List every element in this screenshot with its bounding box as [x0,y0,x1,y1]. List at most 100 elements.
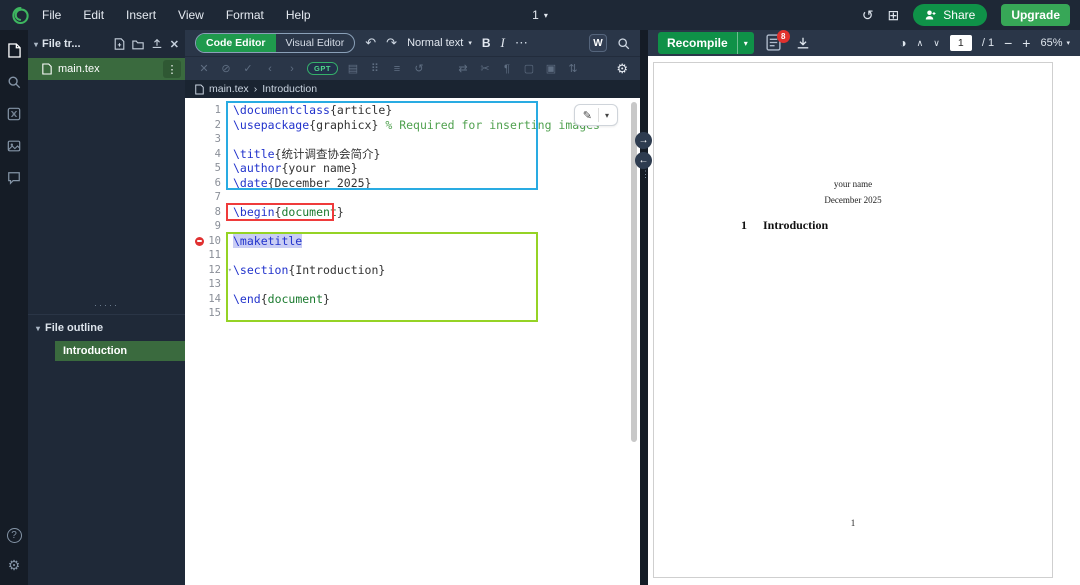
settings-gear-icon[interactable]: ⚙ [6,557,22,573]
reorder-icon[interactable]: ⇅ [566,62,580,75]
page-number-input[interactable] [949,35,972,51]
gutter-line[interactable]: 7 [185,190,229,205]
undo-icon[interactable]: ↶ [365,35,376,51]
gutter-line[interactable]: 3 [185,132,229,147]
bold-button[interactable]: B [482,36,491,50]
gutter-line[interactable]: 1 [185,103,229,118]
gutter-line[interactable]: 9 [185,219,229,234]
code-line[interactable]: \end{document} [233,292,640,307]
writefull-settings-icon[interactable]: ⚙ [616,61,628,77]
recompile-button[interactable]: Recompile ▾ [658,32,754,54]
code-line[interactable]: \maketitle [233,233,640,249]
zoom-dropdown[interactable]: 65% ▾ [1040,37,1070,49]
theme-contrast-icon[interactable]: ◑ [899,36,906,50]
block-icon[interactable]: ⊘ [219,62,233,75]
code-line[interactable] [233,219,640,234]
close-icon[interactable]: ✕ [197,62,211,75]
help-icon[interactable]: ? [6,528,22,543]
history-icon[interactable]: ↺ [862,7,874,24]
page-up-icon[interactable]: ∧ [917,38,924,49]
list-icon[interactable]: ≡ [390,63,404,75]
code-line[interactable] [233,132,640,147]
visual-editor-toggle[interactable]: Visual Editor [276,34,355,52]
page-down-icon[interactable]: ∨ [933,38,940,49]
new-folder-icon[interactable] [132,39,144,50]
code-line[interactable]: \date{December 2025} [233,176,640,191]
fold-arrow-icon[interactable]: ▾ [228,263,232,278]
history-icon[interactable]: ↺ [412,62,426,75]
collapse-caret-icon[interactable]: ▾ [34,40,38,49]
chat-icon[interactable] [6,170,22,186]
edit-mode-button[interactable]: ✎ ▾ [573,104,618,126]
menu-help[interactable]: Help [286,8,311,22]
file-tree-icon[interactable] [6,42,22,58]
expand-left-icon[interactable]: ← [635,152,652,169]
overleaf-logo-icon[interactable] [10,5,30,25]
symbol-palette-icon[interactable] [6,106,22,122]
gutter-line[interactable]: 4 [185,147,229,162]
swap-icon[interactable]: ⇄ [456,62,470,75]
writefull-icon[interactable]: W [589,34,607,52]
gutter-line[interactable]: 10 [185,234,229,249]
menu-format[interactable]: Format [226,8,264,22]
file-outline-header[interactable]: ▾ File outline [28,315,185,341]
file-item-maintex[interactable]: main.tex ⋮ [28,58,185,80]
editor-count-dropdown[interactable]: 1 ▾ [532,8,548,22]
code-line[interactable] [233,277,640,292]
code-line[interactable]: \title{统计调查协会简介} [233,147,640,162]
code-area[interactable]: 1 2 3 4 5 6 7 8 9 10 11 12 ▾ 13 14 15 \documentclass{ar… [185,98,640,585]
box-filled-icon[interactable]: ▣ [544,62,558,75]
share-button[interactable]: Share [913,4,988,26]
paragraph-icon[interactable]: ¶ [500,63,514,75]
code-editor-toggle[interactable]: Code Editor [196,34,276,52]
gutter-line[interactable]: 5 [185,161,229,176]
breadcrumb-file[interactable]: main.tex [209,83,249,95]
panel-resize-handle[interactable]: ····· [28,300,185,310]
code-line[interactable] [233,190,640,205]
close-panel-icon[interactable]: ✕ [170,38,179,51]
recompile-dropdown-icon[interactable]: ▾ [736,32,754,54]
paragraph-format-dropdown[interactable]: Normal text ▾ [407,37,472,49]
code-line[interactable]: \begin{document} [233,205,640,220]
code-line[interactable] [233,248,640,263]
table-icon[interactable]: ▤ [346,62,360,75]
file-menu-kebab-icon[interactable]: ⋮ [163,60,181,78]
prev-icon[interactable]: ‹ [263,63,277,75]
code-line[interactable]: \author{your name} [233,161,640,176]
gutter-line[interactable]: 8 [185,205,229,220]
more-tools-icon[interactable]: ⋯ [515,35,528,51]
download-pdf-icon[interactable] [796,36,810,50]
menu-insert[interactable]: Insert [126,8,156,22]
gutter-line[interactable]: 6 [185,176,229,191]
upload-icon[interactable] [151,38,163,50]
editor-scrollbar[interactable] [631,102,637,442]
gutter-line[interactable]: 2 [185,118,229,133]
logs-button[interactable]: 8 [766,30,790,52]
grid-icon[interactable]: ⠿ [368,62,382,75]
code-line[interactable]: \section{Introduction} [233,263,640,278]
search-icon[interactable] [6,74,22,90]
menu-view[interactable]: View [178,8,204,22]
breadcrumb-section[interactable]: Introduction [262,83,317,95]
new-file-icon[interactable] [114,38,125,50]
gpt-badge[interactable]: GPT [307,62,338,75]
next-icon[interactable]: › [285,63,299,75]
gutter-line[interactable]: 14 [185,292,229,307]
outline-item-introduction[interactable]: Introduction [55,341,185,361]
gutter-line[interactable]: 13 [185,277,229,292]
layout-icon[interactable]: ⊞ [888,7,900,24]
gutter-line[interactable]: 11 [185,248,229,263]
menu-edit[interactable]: Edit [83,8,104,22]
expand-right-icon[interactable]: → [635,132,652,149]
zoom-out-icon[interactable]: − [1004,35,1012,51]
menu-file[interactable]: File [42,8,61,22]
code-line[interactable] [233,306,640,321]
gutter-line[interactable]: 15 [185,306,229,321]
accept-icon[interactable]: ✓ [241,62,255,75]
review-panel-icon[interactable] [6,138,22,154]
box-empty-icon[interactable]: ▢ [522,62,536,75]
gutter-line[interactable]: 12 ▾ [185,263,232,278]
pane-splitter[interactable]: → ← ⋮ [635,30,652,585]
editor-search-icon[interactable] [617,37,630,50]
zoom-in-icon[interactable]: + [1022,35,1030,51]
